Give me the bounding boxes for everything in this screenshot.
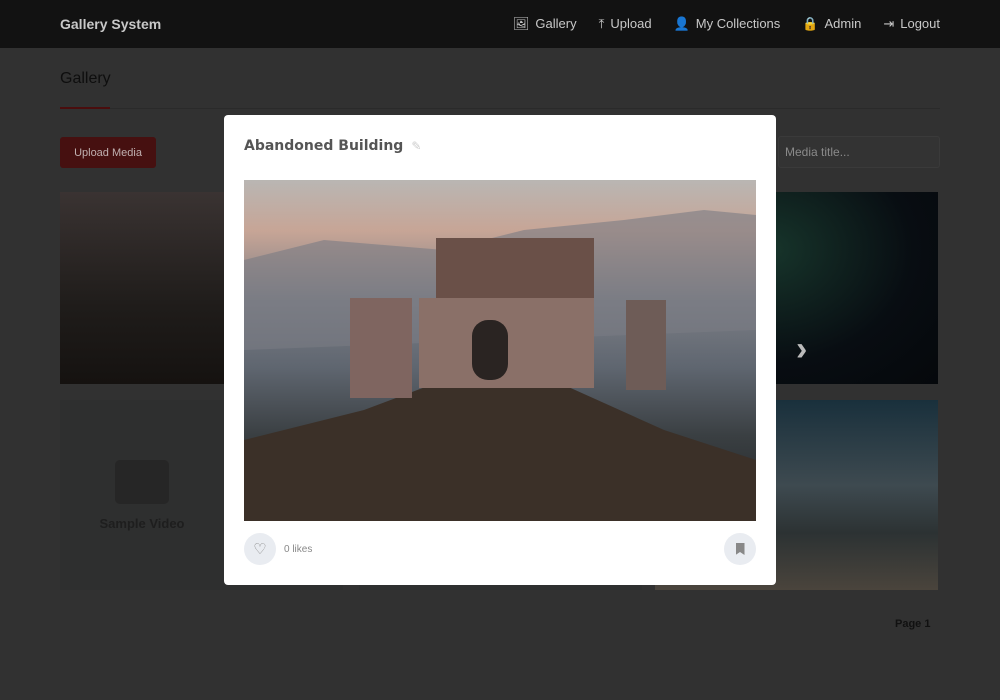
nav-label: Admin	[824, 16, 862, 31]
ruins-illustration	[244, 210, 756, 521]
upload-icon: ⤒	[598, 16, 605, 31]
heart-icon: ♡	[253, 541, 267, 558]
bookmark-icon	[735, 543, 745, 555]
pencil-icon[interactable]: ✎	[411, 139, 421, 153]
brand[interactable]: Gallery System	[60, 16, 161, 32]
search-input[interactable]	[778, 136, 940, 168]
tile-label: Sample Video	[99, 515, 185, 531]
nav-label: My Collections	[695, 16, 781, 31]
images-icon: 🖼	[512, 16, 530, 31]
page-title: Gallery	[60, 70, 111, 87]
nav-gallery[interactable]: 🖼 Gallery	[513, 16, 577, 32]
upload-media-button[interactable]: Upload Media	[60, 137, 156, 168]
nav-logout[interactable]: ⇥ Logout	[883, 16, 940, 32]
pagination: Page 1	[895, 618, 931, 630]
nav-label: Gallery	[535, 16, 577, 31]
user-icon: 👤	[673, 16, 690, 31]
modal-title: Abandoned Building ✎	[244, 138, 421, 154]
media-image	[244, 180, 756, 521]
chevron-right-icon[interactable]: ›	[796, 330, 807, 369]
media-title: Abandoned Building	[244, 138, 404, 154]
likes-count: 0 likes	[284, 544, 313, 555]
logout-icon: ⇥	[883, 16, 895, 31]
film-icon	[115, 459, 169, 504]
nav-upload[interactable]: ⤒ Upload	[599, 16, 652, 32]
media-modal: Abandoned Building ✎ ♡ 0 likes	[224, 115, 776, 585]
like-button[interactable]: ♡	[244, 533, 276, 565]
nav-my-collections[interactable]: 👤 My Collections	[674, 16, 781, 32]
lock-icon: 🔒	[802, 16, 819, 31]
title-divider	[60, 107, 940, 109]
navbar: Gallery System 🖼 Gallery ⤒ Upload 👤 My Coll…	[0, 0, 1000, 48]
nav-admin[interactable]: 🔒 Admin	[802, 16, 861, 32]
nav-label: Upload	[610, 16, 652, 31]
bookmark-button[interactable]	[724, 533, 756, 565]
nav-label: Logout	[900, 16, 940, 31]
